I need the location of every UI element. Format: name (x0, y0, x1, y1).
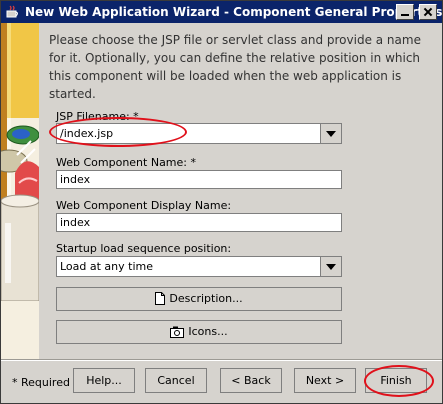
startup-value: Load at any time (60, 260, 154, 273)
image-icon (170, 326, 185, 338)
close-button[interactable] (419, 4, 437, 20)
jsp-filename-label: JSP Filename: * (56, 110, 139, 123)
jsp-filename-value: /index.jsp (60, 127, 114, 140)
chevron-down-icon[interactable] (320, 124, 341, 143)
component-name-field[interactable]: index (56, 170, 342, 189)
display-name-label: Web Component Display Name: (56, 199, 232, 212)
intro-text: Please choose the JSP file or servlet cl… (49, 33, 421, 101)
icons-button[interactable]: Icons... (56, 320, 342, 344)
wizard-window: New Web Application Wizard - Component G… (0, 0, 443, 404)
description-button-label: Description... (169, 292, 243, 305)
help-button[interactable]: Help... (73, 368, 135, 393)
minimize-button[interactable] (396, 4, 414, 20)
title-bar[interactable]: New Web Application Wizard - Component G… (1, 1, 442, 23)
startup-label: Startup load sequence position: (56, 242, 232, 255)
wizard-side-graphic (1, 23, 39, 359)
wizard-illustration (1, 23, 39, 359)
required-note: * Required (12, 376, 70, 389)
description-button[interactable]: Description... (56, 287, 342, 311)
next-button[interactable]: Next > (294, 368, 356, 393)
component-name-label: Web Component Name: * (56, 156, 196, 169)
icons-button-label: Icons... (188, 325, 228, 338)
document-icon (155, 292, 166, 305)
java-cup-icon (6, 5, 18, 18)
startup-combo[interactable]: Load at any time (56, 256, 342, 277)
window-title: New Web Application Wizard - Component G… (25, 5, 443, 19)
back-button[interactable]: < Back (220, 368, 282, 393)
footer: * Required Help... Cancel < Back Next > … (1, 361, 442, 403)
display-name-field[interactable]: index (56, 213, 342, 232)
jsp-filename-combo[interactable]: /index.jsp (56, 123, 342, 144)
finish-button[interactable]: Finish (365, 368, 427, 393)
cancel-button[interactable]: Cancel (145, 368, 207, 393)
content-panel: Please choose the JSP file or servlet cl… (39, 23, 441, 359)
chevron-down-icon[interactable] (320, 257, 341, 276)
